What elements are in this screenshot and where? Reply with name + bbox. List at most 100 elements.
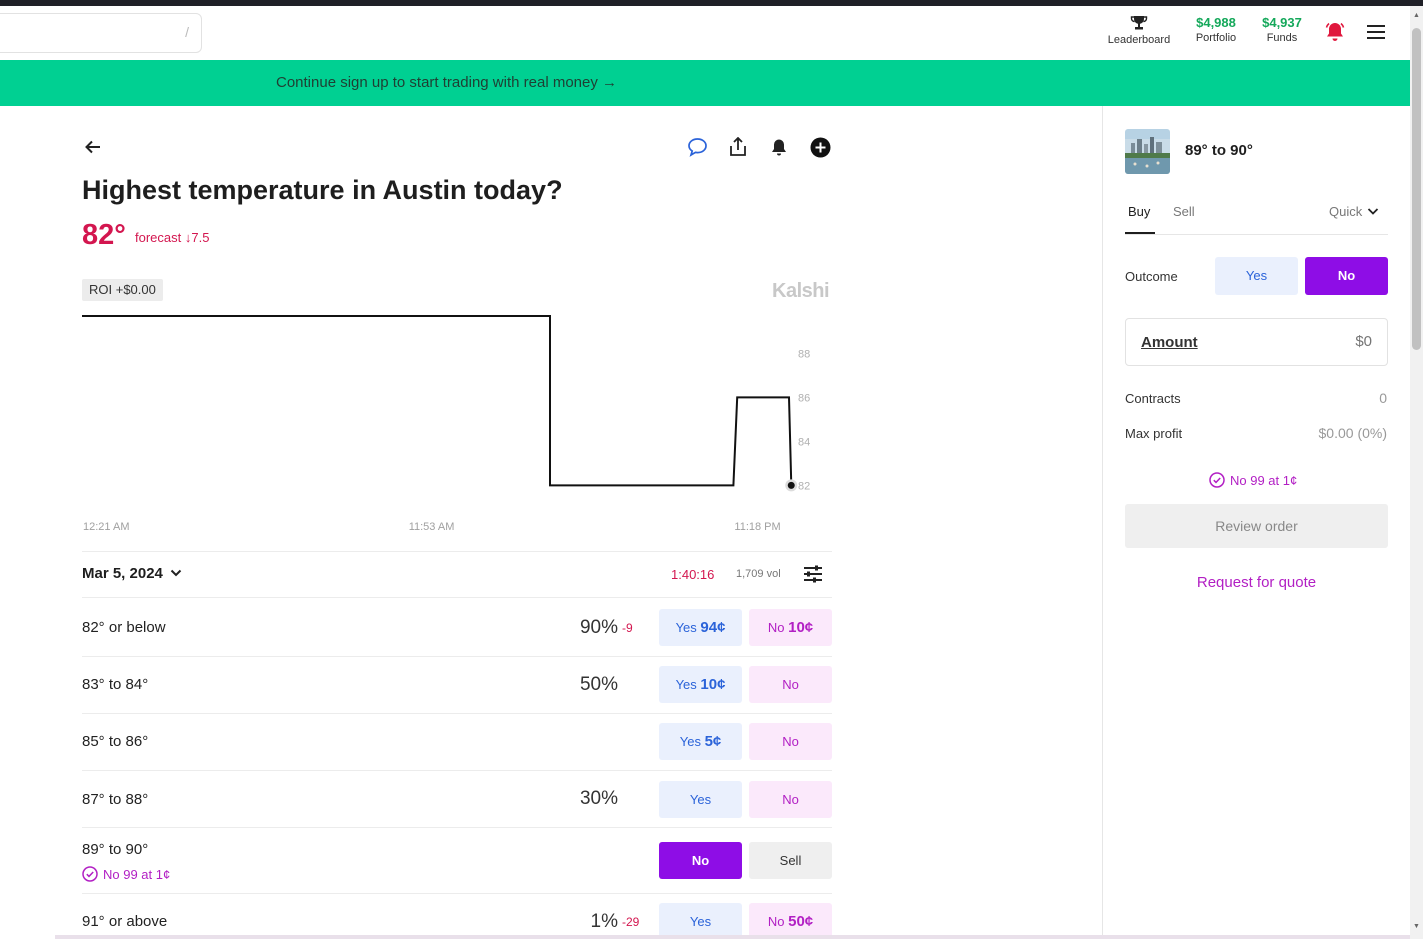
yes-prefix: Yes [675,620,697,635]
max-profit-label: Max profit [1125,426,1183,441]
y-tick-label: 84 [798,436,810,448]
date-label: Mar 5, 2024 [82,565,163,582]
current-temperature: 82° [82,219,126,251]
outcome-label: 89° to 90° [82,841,149,858]
buy-yes-button[interactable]: Yes 94¢ [659,609,742,646]
buy-no-button[interactable]: No [749,781,832,818]
contracts-value: 0 [1379,390,1387,406]
no-price: 10¢ [788,619,814,636]
funds-link[interactable]: $4,937 Funds [1254,14,1310,44]
leaderboard-link[interactable]: Leaderboard [1104,14,1174,46]
top-header: / Leaderboard $4,988 Portfolio $4,937 Fu… [0,6,1410,60]
buy-yes-button[interactable]: Yes 10¢ [659,666,742,703]
review-order-button[interactable]: Review order [1125,504,1388,548]
row-divider [82,827,832,828]
scroll-down-arrow-icon[interactable]: ▼ [1413,923,1420,930]
outcome-no-button[interactable]: No [1305,257,1388,295]
buy-yes-button[interactable]: Yes [659,903,742,939]
outcome-label: 85° to 86° [82,733,149,750]
check-circle-icon [82,866,98,882]
yes-prefix: Yes [679,734,701,749]
yes-price: 94¢ [700,619,726,636]
amount-field[interactable]: Amount [1125,318,1388,366]
hamburger-menu-icon[interactable] [1366,24,1386,45]
yes-prefix: Yes [689,792,712,807]
yes-price: 5¢ [704,733,722,750]
sell-button[interactable]: Sell [749,842,832,879]
yes-prefix: Yes [689,914,712,929]
forecast-change: forecast ↓7.5 [135,230,210,245]
outcome-label: 83° to 84° [82,676,149,693]
tab-divider [1125,234,1388,235]
buy-no-button[interactable]: No 50¢ [749,903,832,939]
comments-icon[interactable] [686,136,708,158]
row-divider [82,597,832,598]
buy-no-button[interactable]: No [749,666,832,703]
buy-no-button[interactable]: No 10¢ [749,609,832,646]
no-prefix: No [782,677,799,692]
portfolio-value: $4,988 [1196,15,1236,30]
amount-label[interactable]: Amount [1141,334,1198,351]
market-thumbnail-image [1125,129,1170,174]
panel-divider [1102,106,1103,939]
outcome-percent: 90% [579,617,618,638]
alert-bell-icon[interactable] [768,136,790,158]
portfolio-label: Portfolio [1195,32,1237,44]
amount-input[interactable] [1292,333,1372,350]
market-title: Highest temperature in Austin today? [82,175,563,205]
no-position-button[interactable]: No [659,842,742,879]
x-tick-label: 11:53 AM [409,521,455,533]
tab-active-underline [1125,232,1155,234]
outcome-percent: 30% [579,788,618,809]
x-tick-label: 11:18 PM [734,521,780,533]
signup-banner-text[interactable]: Continue sign up to start trading with r… [276,74,617,91]
price-history-chart[interactable]: 82 84 86 88 12:21 AM 11:53 AM 11:18 PM [0,300,840,540]
y-tick-label: 88 [798,348,810,360]
row-divider [82,713,832,714]
buy-yes-button[interactable]: Yes 5¢ [659,723,742,760]
yes-price: 10¢ [700,676,726,693]
scrollbar-thumb[interactable] [1412,28,1421,350]
funds-value: $4,937 [1262,15,1302,30]
date-selector[interactable]: Mar 5, 2024 [82,565,182,582]
chevron-down-icon [1368,208,1379,215]
no-price: 50¢ [788,913,814,930]
bottom-overflow-strip [55,935,1410,939]
position-indicator: No 99 at 1¢ [1209,472,1297,488]
notifications-bell-icon[interactable] [1324,21,1346,48]
countdown-timer: 1:40:16 [671,567,715,582]
search-input[interactable]: / [0,13,202,53]
add-circle-icon[interactable] [809,136,831,158]
share-icon[interactable] [727,136,749,158]
buy-yes-button[interactable]: Yes [659,781,742,818]
trophy-icon [1104,14,1174,32]
back-arrow-icon[interactable] [82,136,104,158]
order-mode-dropdown[interactable]: Quick [1329,204,1379,219]
tab-buy[interactable]: Buy [1128,204,1150,219]
outcome-label: 91° or above [82,913,168,930]
outcome-change: -29 [622,915,640,929]
max-profit-value: $0.00 (0%) [1318,425,1387,441]
buy-no-button[interactable]: No [749,723,832,760]
outcome-label: Outcome [1125,269,1178,284]
page-scrollbar[interactable]: ▲ ▼ [1410,6,1423,939]
no-prefix: No [782,734,799,749]
position-text: No 99 at 1¢ [103,866,171,882]
tab-sell[interactable]: Sell [1173,204,1195,219]
section-divider [82,551,832,552]
request-for-quote-link[interactable]: Request for quote [1125,574,1388,591]
y-tick-label: 82 [798,480,810,492]
order-mode-label: Quick [1329,204,1363,219]
settings-sliders-icon[interactable] [803,565,823,588]
no-prefix: No [767,914,785,929]
portfolio-link[interactable]: $4,988 Portfolio [1188,14,1244,44]
row-divider [82,893,832,894]
outcome-label: 87° to 88° [82,791,149,808]
row-divider [82,656,832,657]
outcome-yes-button[interactable]: Yes [1215,257,1298,295]
order-panel-title: 89° to 90° [1185,142,1253,159]
no-prefix: No [782,792,799,807]
volume-label: 1,709 vol [736,568,781,580]
scroll-up-arrow-icon[interactable]: ▲ [1413,12,1420,19]
signup-banner[interactable]: Continue sign up to start trading with r… [0,60,1410,106]
